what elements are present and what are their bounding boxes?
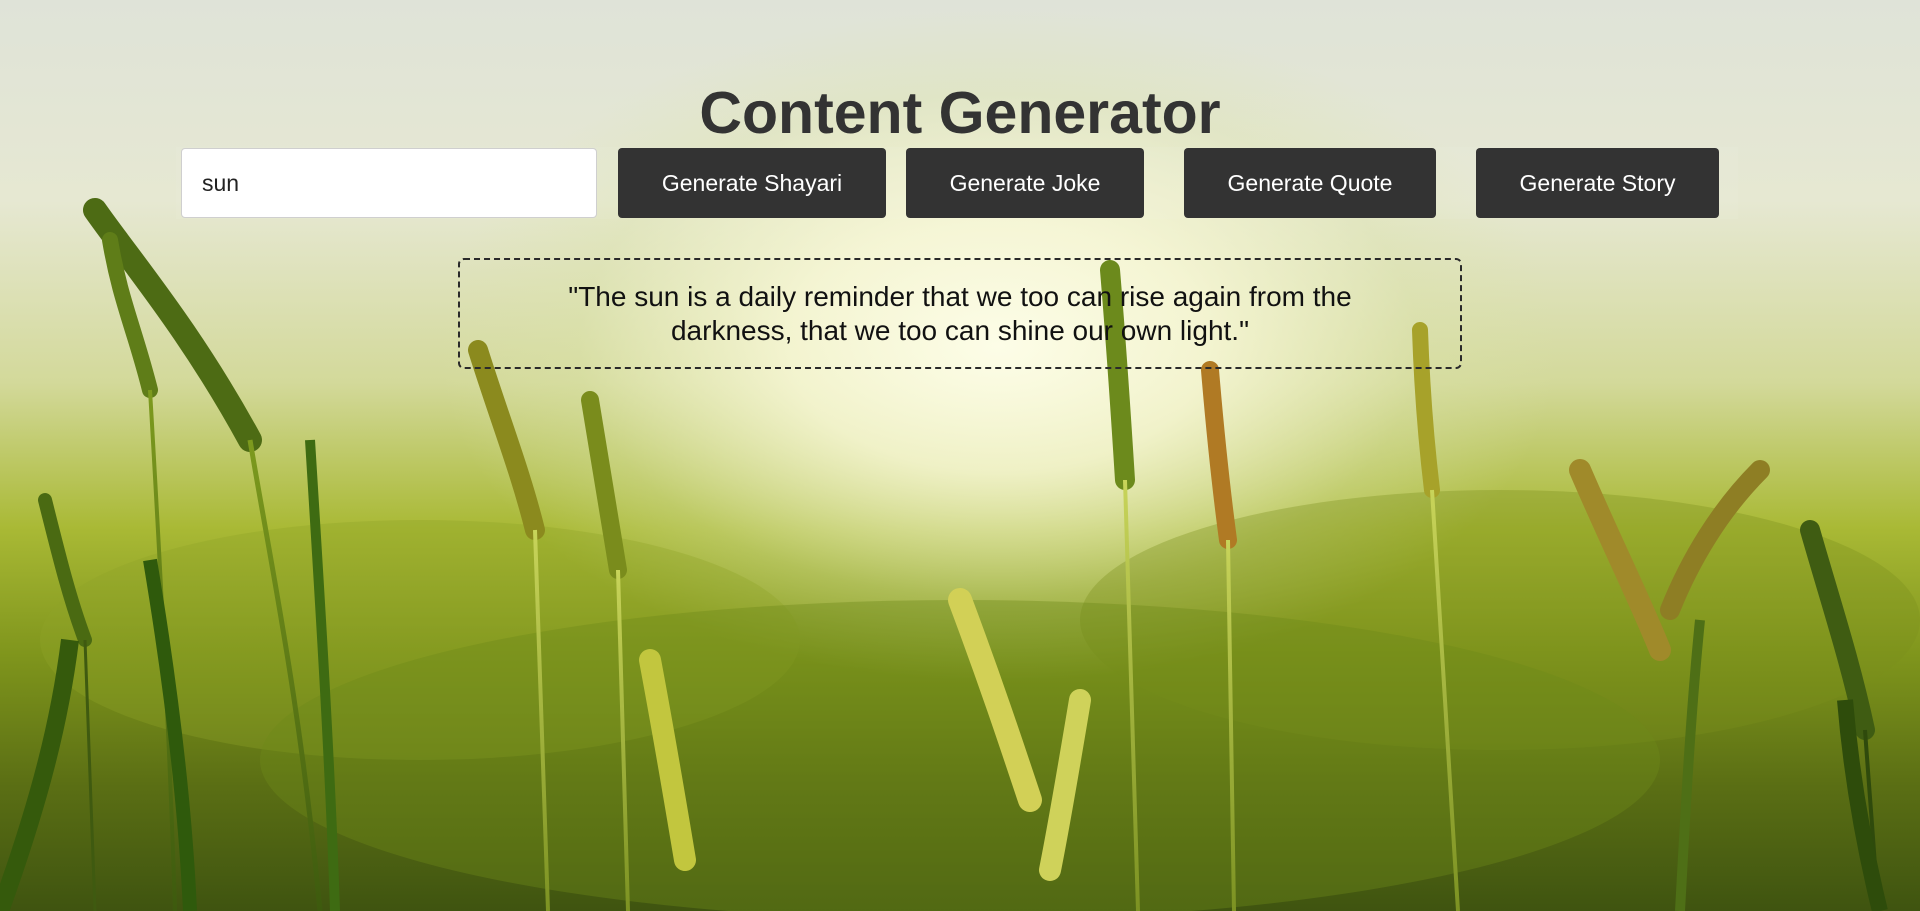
generate-shayari-button[interactable]: Generate Shayari [618, 148, 886, 218]
topic-input[interactable] [181, 148, 597, 218]
generate-story-button[interactable]: Generate Story [1476, 148, 1719, 218]
generated-output-text: "The sun is a daily reminder that we too… [568, 280, 1352, 346]
page-content: Content Generator Generate Shayari Gener… [0, 0, 1920, 911]
page-title: Content Generator [699, 79, 1221, 146]
generated-output-box: "The sun is a daily reminder that we too… [458, 258, 1462, 369]
generate-joke-button[interactable]: Generate Joke [906, 148, 1144, 218]
generate-quote-button[interactable]: Generate Quote [1184, 148, 1436, 218]
